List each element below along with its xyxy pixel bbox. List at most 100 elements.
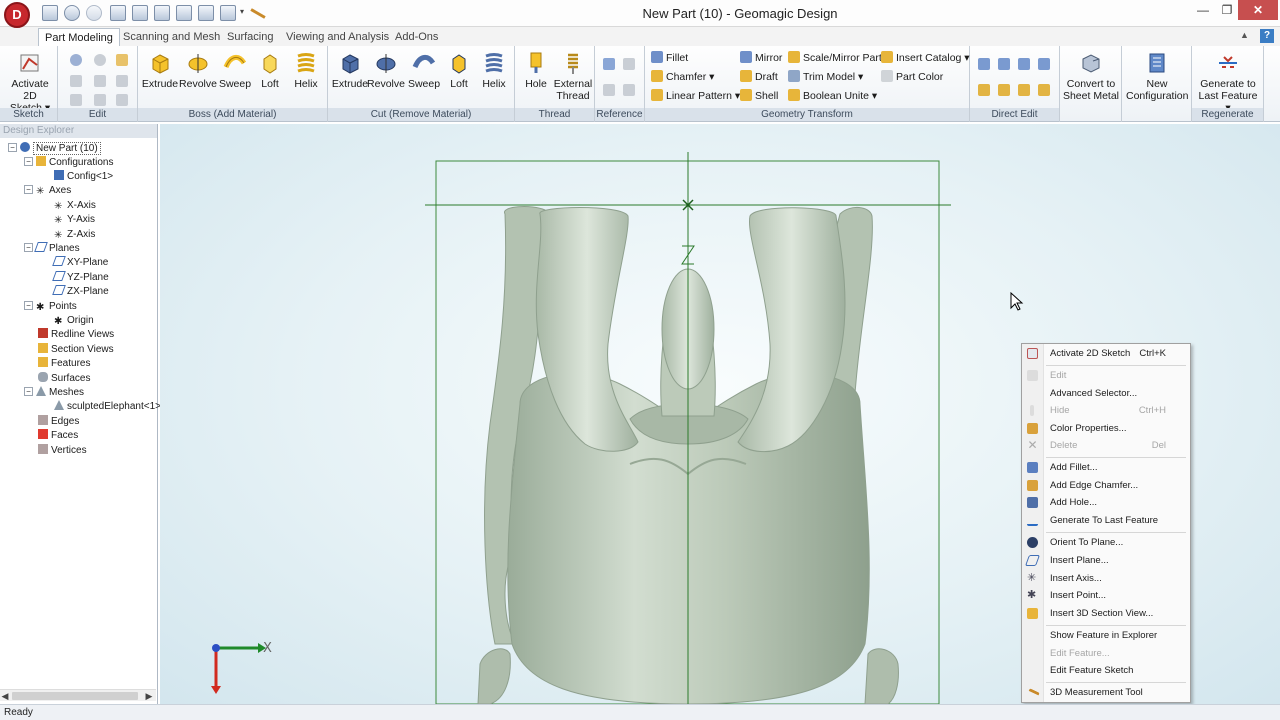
tree-node-y-axis[interactable]: ✳ Y-Axis [54,213,95,227]
menu-item-orient-to-plane[interactable]: Orient To Plane... [1022,534,1190,551]
scale-mirror-part-button[interactable]: Scale/Mirror Part [788,49,882,67]
tree-node-points[interactable]: − ✱ Points [24,300,77,314]
iso-view-icon[interactable] [198,5,214,21]
cut-helix-button[interactable]: Helix [474,49,514,107]
boss-loft-button[interactable]: Loft [250,49,290,107]
menu-item-delete[interactable]: ✕ Delete Del [1022,437,1190,454]
properties-icon[interactable] [116,94,128,106]
generate-to-last-feature-button[interactable]: Generate to Last Feature ▾ [1196,49,1260,114]
blend-face-icon[interactable] [1018,84,1030,96]
tab-part-modeling[interactable]: Part Modeling [38,28,120,46]
cut-sweep-button[interactable]: Sweep [404,49,444,107]
menu-item-add-fillet[interactable]: Add Fillet... [1022,459,1190,476]
tree-node-surfaces[interactable]: Surfaces [38,372,90,386]
boolean-unite-button[interactable]: Boolean Unite ▾ [788,87,877,105]
menu-item-show-feature-in-explorer[interactable]: Show Feature in Explorer [1022,627,1190,644]
menu-item-insert-3d-section-view[interactable]: Insert 3D Section View... [1022,605,1190,622]
menu-item-edit-feature[interactable]: Edit Feature... [1022,645,1190,662]
csys-ref-icon[interactable] [623,84,635,96]
undo-edit-icon[interactable] [70,54,82,66]
undo-icon[interactable] [64,5,80,21]
point-ref-icon[interactable] [603,84,615,96]
delete-face-icon[interactable] [1038,58,1050,70]
minimize-button[interactable]: — [1190,0,1216,20]
restore-button[interactable]: ❐ [1214,0,1240,20]
tree-node-xy-plane[interactable]: XY-Plane [52,256,108,270]
draft-button[interactable]: Draft [740,68,778,86]
chamfer-button[interactable]: Chamfer ▾ [651,68,714,86]
redo-icon[interactable] [86,5,102,21]
boss-extrude-button[interactable]: Extrude [140,49,180,107]
menu-item-hide[interactable]: Hide Ctrl+H [1022,402,1190,419]
axis-ref-icon[interactable] [623,58,635,70]
menu-item-color-properties[interactable]: Color Properties... [1022,420,1190,437]
activate-2d-sketch-button[interactable]: Activate 2D Sketch ▾ [8,49,52,114]
menu-item-advanced-selector[interactable]: Advanced Selector... [1022,385,1190,402]
plane-ref-icon[interactable] [603,58,615,70]
shell-button[interactable]: Shell [740,87,778,105]
tree-node-vertices[interactable]: Vertices [38,444,87,458]
tree-node-redline-views[interactable]: Redline Views [38,328,114,342]
menu-item-activate-2d-sketch[interactable]: Activate 2D Sketch Ctrl+K [1022,345,1190,362]
part-color-button[interactable]: Part Color [881,68,943,86]
app-logo[interactable]: D [4,2,30,28]
collapse-icon[interactable]: − [24,301,33,310]
cube-view-icon[interactable] [110,5,126,21]
menu-item-insert-point[interactable]: ✱ Insert Point... [1022,587,1190,604]
clipboard-icon[interactable] [94,94,106,106]
menu-item-insert-axis[interactable]: ✳ Insert Axis... [1022,570,1190,587]
tree-node-z-axis[interactable]: ✳ Z-Axis [54,228,95,242]
hole-button[interactable]: Hole [517,49,555,107]
boss-revolve-button[interactable]: Revolve [178,49,218,107]
offset-face-icon[interactable] [998,58,1010,70]
scroll-left-icon[interactable]: ◀ [0,690,10,702]
menu-item-insert-plane[interactable]: Insert Plane... [1022,552,1190,569]
tree-node-meshes[interactable]: − Meshes [24,386,84,400]
front-view-icon[interactable] [132,5,148,21]
tab-add-ons[interactable]: Add-Ons [389,28,444,46]
tree-node-yz-plane[interactable]: YZ-Plane [52,271,109,285]
scrollbar-thumb[interactable] [12,692,138,700]
menu-item-3d-measurement-tool[interactable]: 3D Measurement Tool [1022,684,1190,703]
move-face-icon[interactable] [978,58,990,70]
menu-item-add-edge-chamfer[interactable]: Add Edge Chamfer... [1022,477,1190,494]
menu-item-generate-to-last-feature[interactable]: Generate To Last Feature [1022,512,1190,529]
collapse-icon[interactable]: − [24,157,33,166]
heal-face-icon[interactable] [1038,84,1050,96]
rotate-face-icon[interactable] [978,84,990,96]
cut-loft-button[interactable]: Loft [439,49,479,107]
select-icon[interactable] [70,94,82,106]
save-icon[interactable] [42,5,58,21]
tree-node-x-axis[interactable]: ✳ X-Axis [54,199,96,213]
help-icon[interactable]: ? [1260,29,1274,43]
tilt-face-icon[interactable] [998,84,1010,96]
tree-node-config-1[interactable]: Config<1> [54,170,113,184]
paste-special-icon[interactable] [116,54,128,66]
collapse-icon[interactable]: − [24,387,33,396]
copy-icon[interactable] [70,75,82,87]
top-view-icon[interactable] [154,5,170,21]
scroll-right-icon[interactable]: ▶ [144,690,154,702]
cut-icon[interactable] [94,75,106,87]
explorer-horizontal-scrollbar[interactable]: ◀ ▶ [0,689,156,701]
fillet-button[interactable]: Fillet [651,49,688,67]
paste-icon[interactable] [116,75,128,87]
close-button[interactable]: ✕ [1238,0,1278,20]
insert-catalog-button[interactable]: Insert Catalog ▾ [881,49,970,67]
tree-node-origin[interactable]: ✱ Origin [54,314,94,328]
convert-to-sheet-metal-button[interactable]: Convert to Sheet Metal [1062,49,1120,107]
tab-viewing-and-analysis[interactable]: Viewing and Analysis [280,28,395,46]
boss-helix-button[interactable]: Helix [286,49,326,107]
tree-node-features[interactable]: Features [38,357,90,371]
cut-revolve-button[interactable]: Revolve [366,49,406,107]
right-view-icon[interactable] [176,5,192,21]
menu-item-add-hole[interactable]: Add Hole... [1022,494,1190,511]
linear-pattern-button[interactable]: Linear Pattern ▾ [651,87,740,105]
menu-item-edit-feature-sketch[interactable]: Edit Feature Sketch [1022,662,1190,679]
display-mode-icon[interactable] [220,5,236,21]
measure-icon[interactable] [250,8,266,19]
tab-scanning-and-mesh[interactable]: Scanning and Mesh [117,28,226,46]
external-thread-button[interactable]: External Thread [553,49,593,107]
collapse-icon[interactable]: − [8,143,17,152]
tree-node-edges[interactable]: Edges [38,415,79,429]
